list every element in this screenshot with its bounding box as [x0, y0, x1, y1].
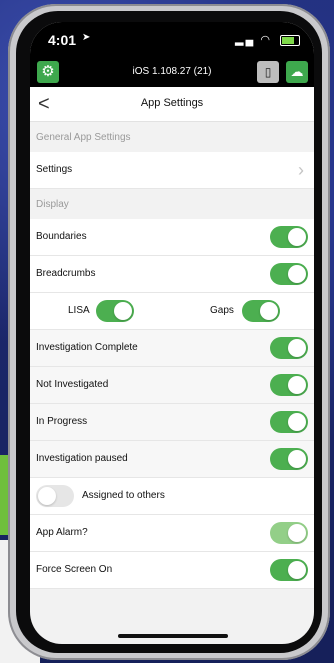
- boundaries-label: Boundaries: [36, 231, 87, 242]
- investigation-complete-row: Investigation Complete: [30, 330, 314, 367]
- status-bar: 4:01 ➤ ▂▄ ◠: [30, 22, 314, 57]
- app-alarm-toggle[interactable]: [270, 522, 308, 544]
- force-screen-on-label: Force Screen On: [36, 564, 113, 575]
- not-investigated-label: Not Investigated: [36, 379, 109, 390]
- force-screen-on-toggle[interactable]: [270, 559, 308, 581]
- page-title: App Settings: [140, 97, 204, 109]
- settings-row[interactable]: Settings ›: [30, 152, 314, 189]
- investigation-paused-label: Investigation paused: [36, 453, 128, 464]
- assigned-to-others-toggle[interactable]: [36, 485, 74, 507]
- phone-screen: 4:01 ➤ ▂▄ ◠ ⚙ iOS 1.108.27 (21) ▯ ☁ < Ap…: [30, 22, 314, 644]
- section-header-label: Display: [36, 199, 69, 210]
- investigation-paused-row: Investigation paused: [30, 441, 314, 478]
- gaps-toggle[interactable]: [242, 300, 280, 322]
- not-investigated-toggle[interactable]: [270, 374, 308, 396]
- navigation-bar: < App Settings: [30, 87, 314, 122]
- breadcrumbs-row: Breadcrumbs: [30, 256, 314, 293]
- gaps-label: Gaps: [210, 305, 234, 316]
- breadcrumbs-toggle[interactable]: [270, 263, 308, 285]
- location-arrow-icon: ➤: [82, 32, 91, 43]
- battery-icon: [280, 34, 300, 46]
- home-indicator: [118, 634, 228, 638]
- investigation-paused-toggle[interactable]: [270, 448, 308, 470]
- section-header-general: General App Settings: [30, 122, 314, 152]
- in-progress-label: In Progress: [36, 416, 88, 427]
- lisa-label: LISA: [68, 305, 90, 316]
- assigned-to-others-row: Assigned to others: [30, 478, 314, 515]
- status-time: 4:01: [48, 32, 77, 48]
- in-progress-toggle[interactable]: [270, 411, 308, 433]
- in-progress-row: In Progress: [30, 404, 314, 441]
- chevron-right-icon: ›: [298, 160, 304, 180]
- breadcrumbs-label: Breadcrumbs: [36, 268, 96, 279]
- boundaries-toggle[interactable]: [270, 226, 308, 248]
- signal-icon: ▂▄: [235, 34, 256, 46]
- status-icons: ▂▄ ◠: [235, 33, 300, 46]
- app-alarm-label: App Alarm?: [36, 527, 88, 538]
- cloud-sync-icon[interactable]: ☁: [286, 61, 308, 83]
- section-header-display: Display: [30, 189, 314, 219]
- assigned-to-others-label: Assigned to others: [82, 490, 165, 501]
- investigation-complete-toggle[interactable]: [270, 337, 308, 359]
- app-bar: ⚙ iOS 1.108.27 (21) ▯ ☁: [30, 57, 314, 87]
- lisa-toggle[interactable]: [96, 300, 134, 322]
- investigation-complete-label: Investigation Complete: [36, 342, 138, 353]
- settings-label: Settings: [36, 164, 73, 175]
- notch: [120, 22, 224, 44]
- app-alarm-row: App Alarm?: [30, 515, 314, 552]
- boundaries-row: Boundaries: [30, 219, 314, 256]
- wifi-icon: ◠: [260, 34, 272, 46]
- section-header-label: General App Settings: [36, 132, 131, 143]
- lisa-gaps-row: LISA Gaps: [30, 293, 314, 330]
- tag-icon[interactable]: ▯: [257, 61, 279, 83]
- force-screen-on-row: Force Screen On: [30, 552, 314, 589]
- not-investigated-row: Not Investigated: [30, 367, 314, 404]
